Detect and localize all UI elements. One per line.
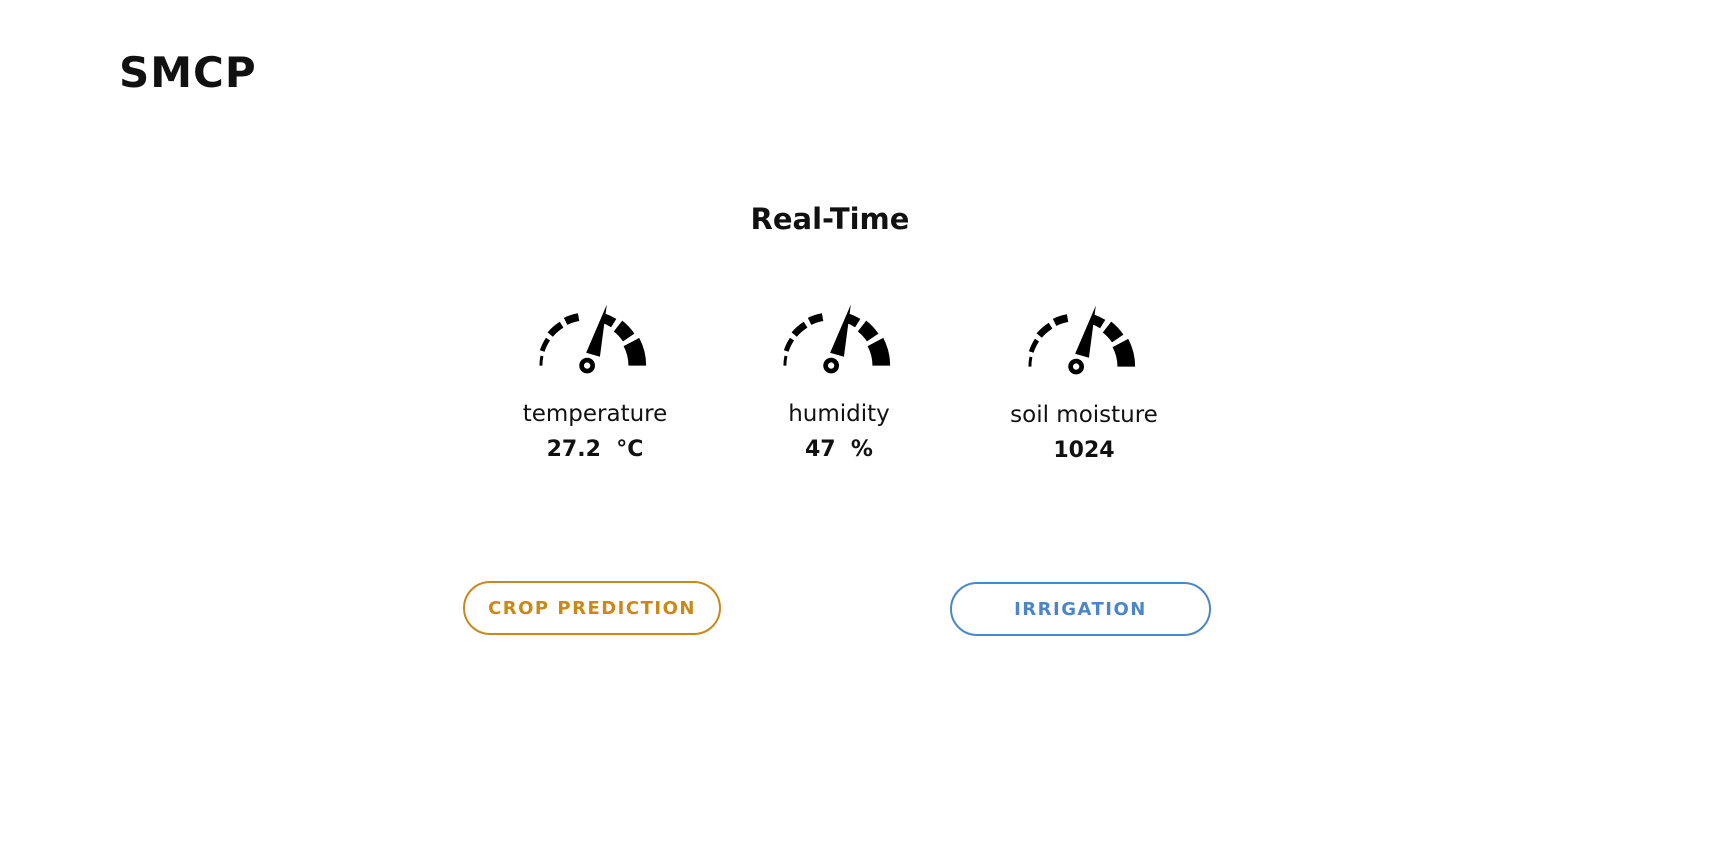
sensor-reading: 1024 — [1053, 438, 1115, 463]
gauge-tick — [547, 321, 564, 337]
sensor-temperature: temperature 27.2 °C — [475, 300, 715, 466]
gauge-tick — [1102, 321, 1124, 343]
crop-prediction-button[interactable]: CROP PREDICTION — [463, 581, 721, 635]
gauge-tick — [563, 313, 580, 325]
gauge-tick — [791, 321, 808, 337]
gauge-icon — [539, 304, 647, 374]
sensor-reading: 47 % — [805, 437, 873, 462]
gauge-tick — [1052, 314, 1069, 326]
gauge-tick — [857, 320, 879, 342]
gauge-tick — [867, 337, 891, 366]
sensor-soil-moisture: soil moisture 1024 — [964, 301, 1204, 467]
sensor-humidity: humidity 47 % — [719, 300, 959, 466]
gauge-tick — [539, 337, 551, 352]
gauge-tick — [613, 320, 635, 342]
gauge-tick — [783, 337, 795, 352]
irrigation-button[interactable]: IRRIGATION — [950, 582, 1211, 636]
sensor-label: humidity — [788, 401, 890, 427]
section-title: Real-Time — [750, 202, 910, 236]
gauge-tick — [1028, 356, 1033, 367]
gauge-tick — [1036, 322, 1053, 338]
gauge-tick — [783, 355, 788, 366]
gauge-tick — [539, 355, 544, 366]
gauge-icon — [783, 304, 891, 374]
gauge-tick — [623, 337, 647, 366]
gauge-icon — [1028, 305, 1136, 375]
sensor-reading: 27.2 °C — [546, 437, 644, 462]
sensor-label: temperature — [522, 401, 668, 427]
page: SMCP Real-Time temperature 27.2 °C humid… — [0, 0, 1709, 864]
brand-title: SMCP — [119, 48, 257, 97]
sensor-label: soil moisture — [1010, 402, 1158, 428]
gauge-tick — [1112, 338, 1136, 367]
gauge-tick — [1028, 338, 1040, 353]
gauge-tick — [807, 313, 824, 325]
